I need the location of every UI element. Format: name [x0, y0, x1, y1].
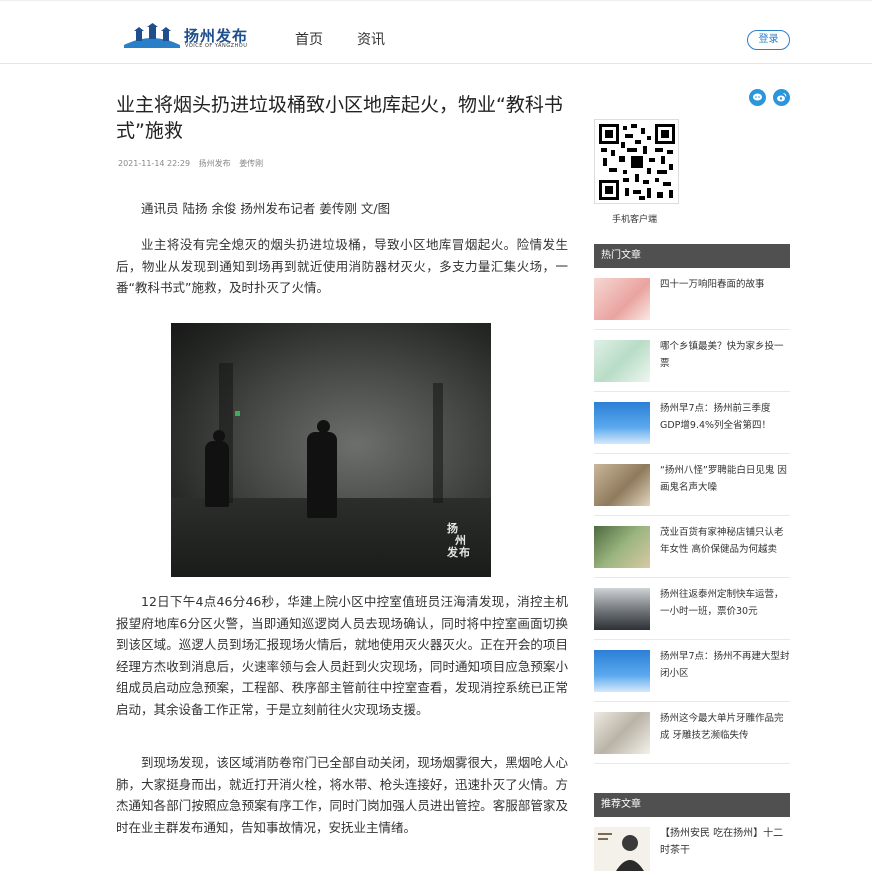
- article-title: 业主将烟头扔进垃圾桶致小区地库起火，物业“教科书式”施救: [116, 94, 563, 142]
- nav-news[interactable]: 资讯: [357, 29, 385, 49]
- nav-home[interactable]: 首页: [295, 29, 323, 49]
- portrait-icon: [594, 827, 650, 871]
- qr-caption: 手机客户端: [612, 215, 658, 225]
- article-paragraph: 通讯员 陆扬 余俊 扬州发布记者 姜传刚 文/图: [141, 201, 391, 216]
- hot-article-title: 扬州早7点：扬州不再建大型封闭小区: [660, 651, 790, 679]
- login-button[interactable]: 登录: [747, 30, 790, 50]
- hot-article-item[interactable]: 扬州早7点：扬州不再建大型封闭小区: [594, 640, 790, 702]
- logo-bridge-icon: [124, 23, 180, 48]
- article-source[interactable]: 扬州发布: [199, 159, 231, 168]
- hot-article-title: 扬州往返泰州定制快车运营，一小时一班，票价30元: [660, 589, 784, 617]
- logo-subtitle: VOICE OF YANGZHOU: [185, 43, 248, 49]
- article-paragraph: 12日下午4点46分46秒，华建上院小区中控室值班员汪海清发现，消控主机报望府地…: [116, 594, 568, 717]
- recommended-articles-header: 推荐文章: [594, 793, 790, 817]
- weibo-share-button[interactable]: [773, 89, 790, 106]
- hot-article-thumb: [594, 278, 650, 320]
- article-author: 姜传刚: [239, 159, 264, 168]
- recommended-article-thumb: [594, 827, 650, 871]
- hot-article-thumb: [594, 712, 650, 754]
- hot-article-thumb: [594, 526, 650, 568]
- hot-article-thumb: [594, 588, 650, 630]
- photo-person: [205, 441, 229, 507]
- hot-article-title: 四十一万响阳春面的故事: [660, 279, 765, 290]
- hot-article-thumb: [594, 340, 650, 382]
- hot-article-item[interactable]: 茂业百货有家神秘店铺只认老年女性 高价保健品为何越卖: [594, 516, 790, 578]
- article-meta: 2021-11-14 22:29 扬州发布 姜传刚: [118, 158, 269, 169]
- hot-article-thumb: [594, 650, 650, 692]
- hot-article-thumb: [594, 464, 650, 506]
- hot-article-title: “扬州八怪”罗聘能白日见鬼 因画鬼名声大噪: [660, 465, 787, 493]
- photo-watermark: 扬 州 发 布: [447, 523, 481, 567]
- site-header: 扬州发布 VOICE OF YANGZHOU 首页 资讯 登录: [0, 0, 872, 64]
- hot-article-thumb: [594, 402, 650, 444]
- hot-article-item[interactable]: 扬州早7点：扬州前三季度GDP增9.4%列全省第四！: [594, 392, 790, 454]
- hot-article-item[interactable]: 四十一万响阳春面的故事: [594, 268, 790, 330]
- hot-article-title: 扬州早7点：扬州前三季度GDP增9.4%列全省第四！: [660, 403, 772, 431]
- photo-person: [307, 432, 337, 518]
- recommended-article-item[interactable]: 【扬州安民 吃在扬州】十二时茶干: [594, 823, 790, 875]
- wechat-share-button[interactable]: [749, 89, 766, 106]
- article-date: 2021-11-14 22:29: [118, 159, 191, 168]
- weibo-share-icon: [777, 93, 787, 102]
- article-photo: 扬 州 发 布: [171, 323, 491, 577]
- qr-code-icon: [599, 124, 675, 200]
- hot-article-title: 扬州这今最大单片牙雕作品完成 牙雕技艺濒临失传: [660, 713, 784, 741]
- recommended-article-title: 【扬州安民 吃在扬州】十二时茶干: [660, 828, 784, 856]
- hot-article-title: 哪个乡镇最美？快为家乡投一票: [660, 341, 784, 369]
- qr-code: [594, 119, 679, 204]
- photo-exit-sign: [235, 411, 240, 416]
- site-logo[interactable]: 扬州发布 VOICE OF YANGZHOU: [122, 23, 252, 53]
- watermark-char: 布: [459, 546, 470, 559]
- article-paragraph: 业主将没有完全熄灭的烟头扔进垃圾桶，导致小区地库冒烟起火。险情发生后，物业从发现…: [116, 237, 568, 295]
- hot-article-item[interactable]: 扬州往返泰州定制快车运营，一小时一班，票价30元: [594, 578, 790, 640]
- hot-article-item[interactable]: 哪个乡镇最美？快为家乡投一票: [594, 330, 790, 392]
- hot-article-title: 茂业百货有家神秘店铺只认老年女性 高价保健品为何越卖: [660, 527, 784, 555]
- hot-articles-header: 热门文章: [594, 244, 790, 268]
- hot-article-item[interactable]: “扬州八怪”罗聘能白日见鬼 因画鬼名声大噪: [594, 454, 790, 516]
- photo-pillar: [433, 383, 443, 503]
- wechat-share-icon: [753, 93, 762, 101]
- hot-article-item[interactable]: 扬州这今最大单片牙雕作品完成 牙雕技艺濒临失传: [594, 702, 790, 764]
- article-paragraph: 到现场发现，该区域消防卷帘门已全部自动关闭，现场烟雾很大，黑烟呛人心肺，大家挺身…: [116, 755, 568, 835]
